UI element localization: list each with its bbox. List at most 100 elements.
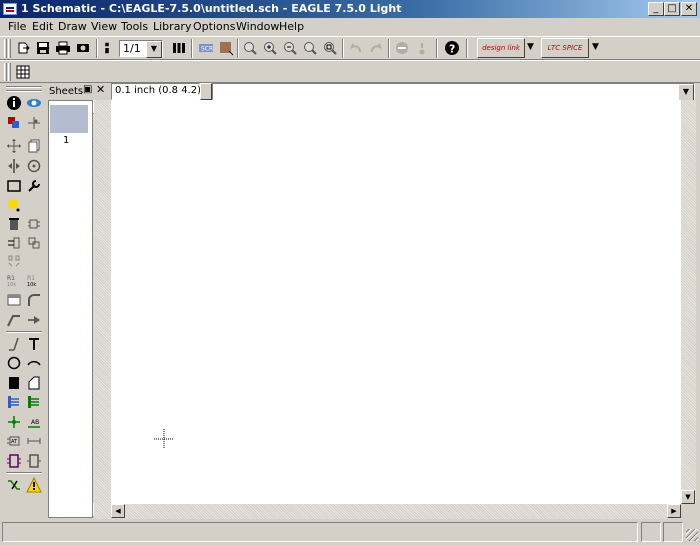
resize-grip[interactable]	[686, 529, 698, 541]
title-bar: 1 Schematic - C:\EAGLE-7.5.0\untitled.sc…	[0, 0, 700, 18]
dimension-icon[interactable]	[24, 431, 44, 450]
menu-file[interactable]: File	[8, 20, 26, 33]
zoom-select-icon[interactable]	[320, 38, 340, 58]
grid-icon[interactable]	[13, 62, 33, 82]
change-icon[interactable]	[24, 176, 44, 195]
ulp-icon[interactable]	[216, 38, 236, 58]
toolbar-grip[interactable]	[6, 90, 42, 92]
frame-icon[interactable]	[4, 451, 24, 470]
close-icon[interactable]: ✕	[96, 83, 105, 96]
svg-text:10k: 10k	[7, 282, 16, 288]
pinswap-icon[interactable]	[4, 233, 24, 252]
display-icon[interactable]	[4, 113, 24, 132]
arc-icon[interactable]	[24, 353, 44, 372]
toolbar-grip[interactable]	[4, 39, 7, 58]
mirror-icon[interactable]	[4, 156, 24, 175]
split-icon[interactable]	[4, 310, 24, 329]
menu-tools[interactable]: Tools	[121, 20, 148, 33]
group-icon[interactable]	[4, 176, 24, 195]
canvas-horizontal-scrollbar[interactable]: ◀ ▶	[111, 504, 681, 519]
name-icon[interactable]: R1 10k	[4, 270, 24, 289]
cam-processor-icon[interactable]	[73, 38, 93, 58]
command-history-button[interactable]	[200, 83, 212, 100]
junction-icon[interactable]	[4, 412, 24, 431]
menu-help[interactable]: Help	[279, 20, 304, 33]
rotate-icon[interactable]	[24, 156, 44, 175]
attribute-icon[interactable]: AT	[4, 431, 24, 450]
toolbar-grip[interactable]	[8, 39, 11, 58]
miter-icon[interactable]	[24, 290, 44, 309]
maximize-button[interactable]: □	[664, 2, 680, 16]
delete-icon[interactable]	[4, 214, 24, 233]
toolbar-grip[interactable]	[4, 63, 7, 81]
paste-icon[interactable]	[4, 195, 24, 214]
separator	[388, 39, 390, 58]
scroll-left-button[interactable]: ◀	[111, 504, 125, 518]
ltspice-button[interactable]: LTC SPICE	[541, 38, 589, 58]
chevron-down-icon[interactable]: ▼	[146, 41, 162, 58]
menu-library[interactable]: Library	[153, 20, 191, 33]
canvas-vertical-scrollbar[interactable]: ▼	[681, 100, 696, 504]
redo-icon[interactable]	[366, 38, 386, 58]
warning-icon[interactable]	[24, 475, 44, 494]
polygon-icon[interactable]	[24, 373, 44, 392]
go-icon[interactable]	[412, 38, 432, 58]
bus-icon[interactable]	[4, 392, 24, 411]
zoom-in-icon[interactable]	[260, 38, 280, 58]
replace-icon[interactable]	[24, 233, 44, 252]
erc-icon[interactable]	[4, 475, 24, 494]
zoom-out-icon[interactable]	[280, 38, 300, 58]
rect-icon[interactable]	[4, 373, 24, 392]
label-icon[interactable]: AB	[24, 412, 44, 431]
net-icon[interactable]	[24, 392, 44, 411]
scroll-right-button[interactable]: ▶	[667, 504, 681, 518]
command-toolbar: R1 10k R1 10k AB AT	[0, 84, 47, 520]
close-button[interactable]: ✕	[681, 2, 697, 16]
move-icon[interactable]	[4, 136, 24, 155]
open-icon[interactable]	[14, 38, 34, 58]
circle-icon[interactable]	[4, 353, 24, 372]
app-icon[interactable]	[3, 3, 17, 15]
text-icon[interactable]	[24, 334, 44, 353]
replay-icon[interactable]	[169, 38, 189, 58]
sheet-select[interactable]: 1/1 ▼	[119, 40, 163, 58]
mark-icon[interactable]	[24, 113, 44, 132]
menu-draw[interactable]: Draw	[58, 20, 87, 33]
chevron-down-icon[interactable]: ▼	[527, 42, 534, 52]
print-icon[interactable]	[53, 38, 73, 58]
toolbar-grip[interactable]	[8, 63, 11, 81]
menu-view[interactable]: View	[91, 20, 117, 33]
gateswap-icon[interactable]	[4, 251, 24, 270]
menu-options[interactable]: Options	[193, 20, 235, 33]
stop-icon[interactable]	[392, 38, 412, 58]
module-icon[interactable]	[24, 451, 44, 470]
undo-icon[interactable]	[346, 38, 366, 58]
toolbar-grip[interactable]	[6, 86, 42, 88]
invoke-icon[interactable]	[24, 310, 44, 329]
menu-window[interactable]: Window	[236, 20, 279, 33]
help-icon[interactable]: ?	[442, 38, 462, 58]
chevron-down-icon[interactable]: ▼	[592, 42, 599, 52]
copy-icon[interactable]	[24, 136, 44, 155]
show-icon[interactable]	[24, 93, 44, 112]
menu-edit[interactable]: Edit	[32, 20, 53, 33]
grid-readout-text: 0.1 inch (0.8 4.2)	[115, 85, 202, 96]
schematic-canvas[interactable]	[111, 100, 681, 504]
sheet-thumbnail[interactable]	[50, 105, 88, 133]
zoom-fit-icon[interactable]	[240, 38, 260, 58]
chevron-down-icon[interactable]: ▼	[678, 84, 694, 101]
command-line-input[interactable]: ▼	[212, 83, 695, 101]
design-link-button[interactable]: design link	[477, 38, 525, 58]
zoom-redraw-icon[interactable]	[300, 38, 320, 58]
wire-icon[interactable]	[4, 334, 24, 353]
minimize-button[interactable]: _	[648, 2, 664, 16]
save-icon[interactable]	[33, 38, 53, 58]
scroll-down-button[interactable]: ▼	[681, 490, 695, 504]
script-icon[interactable]: SCR	[196, 38, 216, 58]
float-icon[interactable]: ▣	[83, 84, 92, 95]
add-icon[interactable]	[24, 214, 44, 233]
info-icon[interactable]	[4, 93, 24, 112]
value-icon[interactable]: R1 10k	[24, 270, 44, 289]
separator	[436, 39, 438, 58]
smash-icon[interactable]	[4, 290, 24, 309]
